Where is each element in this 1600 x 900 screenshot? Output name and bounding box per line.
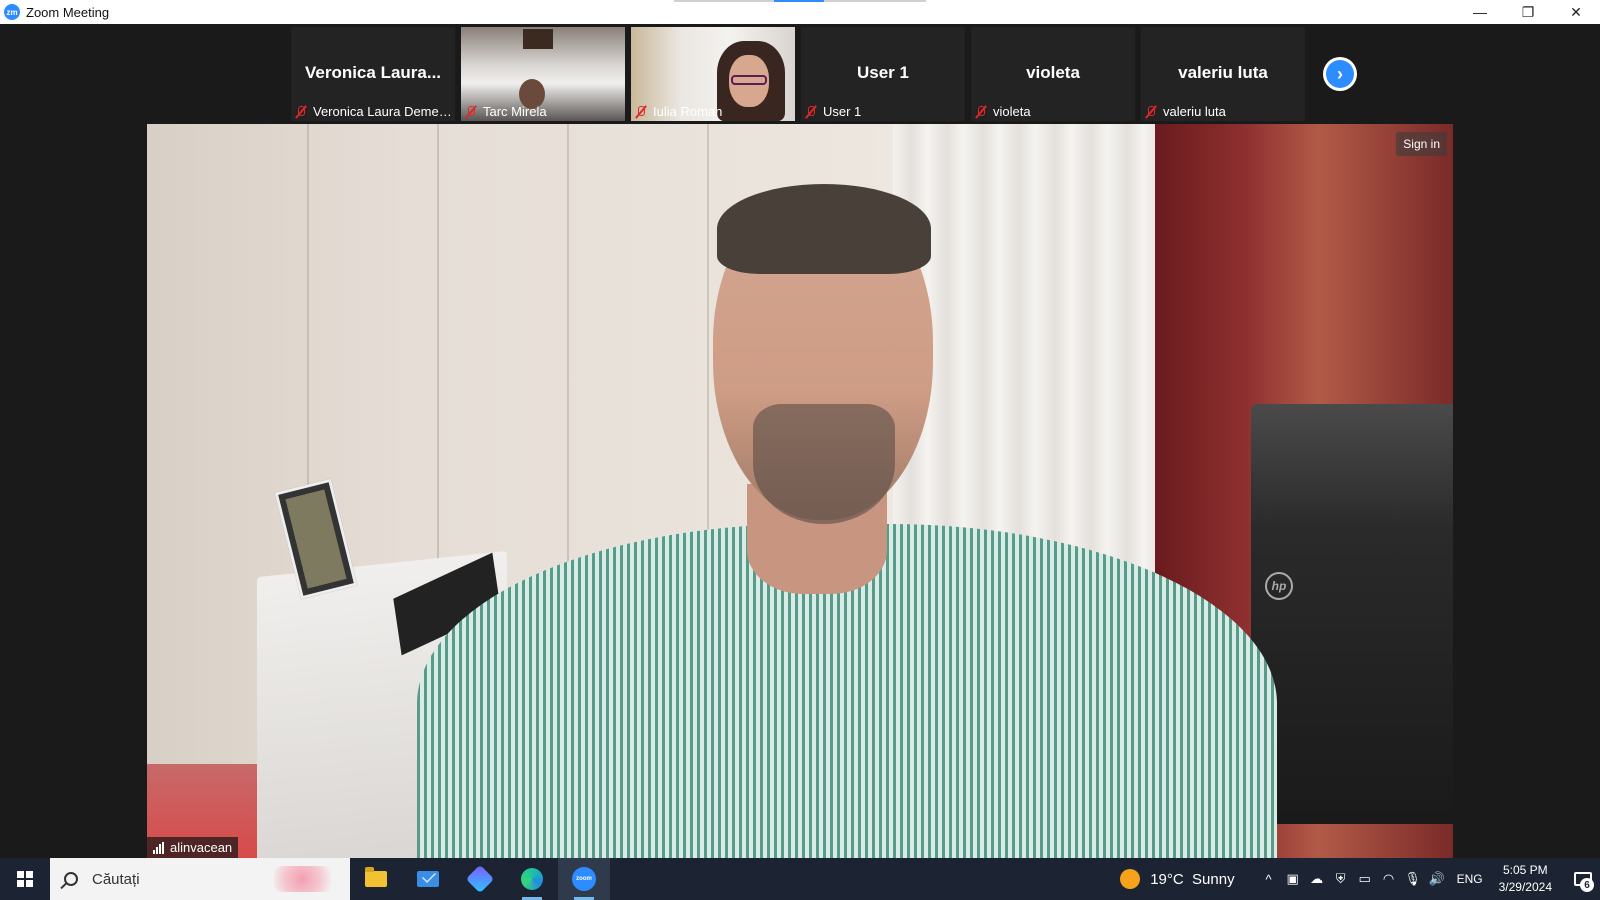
participant-tile[interactable]: Tarc Mirela <box>461 27 625 121</box>
mic-muted-icon <box>295 105 307 119</box>
sun-icon <box>1120 869 1141 889</box>
participant-name-bar: Tarc Mirela <box>465 104 547 119</box>
video-wall-frame <box>523 29 553 49</box>
battery-icon[interactable]: ▭ <box>1353 858 1377 900</box>
taskbar-edge[interactable] <box>506 858 558 900</box>
participant-name-bar: valeriu luta <box>1145 104 1226 119</box>
connection-signal-icon <box>153 841 164 854</box>
mic-muted-icon <box>1145 105 1157 119</box>
input-language[interactable]: ENG <box>1457 872 1483 886</box>
system-tray: 19°C Sunny ^ ▣ ☁ ⛨ ▭ ◠ 🎙 🔊 ENG 5:05 PM 3… <box>1120 858 1600 900</box>
meet-icon[interactable]: ▣ <box>1281 858 1305 900</box>
app-icon <box>465 864 495 894</box>
edge-browser-icon <box>521 868 543 890</box>
participant-name-bar: violeta <box>975 104 1031 119</box>
video-person-glasses <box>731 75 767 85</box>
security-icon[interactable]: ⛨ <box>1329 858 1353 900</box>
window-controls: — ❐ ✕ <box>1456 0 1600 24</box>
participant-tile[interactable]: violeta violeta <box>971 27 1135 121</box>
mail-icon <box>417 871 439 887</box>
mic-muted-icon <box>975 105 987 119</box>
notification-count-badge: 6 <box>1580 878 1594 892</box>
speaker-name-label: alinvacean <box>147 837 239 858</box>
weather-temp: 19°C <box>1150 870 1184 888</box>
clock-date: 3/29/2024 <box>1498 880 1552 894</box>
windows-logo-icon <box>17 871 33 887</box>
weather-widget[interactable]: 19°C Sunny <box>1120 869 1235 889</box>
search-icon <box>64 872 78 886</box>
video-tablet-screen <box>285 489 347 589</box>
folder-icon <box>365 867 387 887</box>
active-speaker-video[interactable]: hp Sign in alinvacean <box>147 124 1453 858</box>
participant-display-name: Veronica Laura... <box>304 63 442 82</box>
volume-icon[interactable]: 🔊 <box>1425 858 1449 900</box>
participant-display-name: User 1 <box>857 63 909 82</box>
mic-muted-icon <box>465 105 477 119</box>
participant-label: User 1 <box>823 104 862 119</box>
taskbar-file-explorer[interactable] <box>350 858 402 900</box>
participant-label: Tarc Mirela <box>483 104 547 119</box>
close-button[interactable]: ✕ <box>1552 0 1600 24</box>
participant-tile[interactable]: Veronica Laura... Veronica Laura Demen..… <box>291 27 455 121</box>
taskbar-mail[interactable] <box>402 858 454 900</box>
zoom-logo-icon: zm <box>4 4 20 20</box>
taskbar-search-box[interactable]: Căutați <box>50 858 350 900</box>
search-highlight-image <box>274 866 344 892</box>
title-drag-indicator[interactable] <box>674 0 926 2</box>
participant-label: violeta <box>993 104 1031 119</box>
microphone-icon[interactable]: 🎙 <box>1401 858 1425 900</box>
chevron-up-icon[interactable]: ^ <box>1257 858 1281 900</box>
windows-taskbar: Căutați zoom 19°C Sunny ^ ▣ ☁ ⛨ ▭ ◠ 🎙 🔊 … <box>0 858 1600 900</box>
window-title: Zoom Meeting <box>26 4 110 20</box>
window-titlebar: zm Zoom Meeting — ❐ ✕ <box>0 0 1600 24</box>
title-drag-indicator-active <box>774 0 824 2</box>
weather-condition: Sunny <box>1192 870 1235 888</box>
participant-strip: Veronica Laura... Veronica Laura Demen..… <box>0 24 1600 124</box>
speaker-beard <box>753 404 895 524</box>
participant-label: valeriu luta <box>1163 104 1226 119</box>
taskbar-app[interactable] <box>454 858 506 900</box>
participant-display-name: violeta <box>1026 63 1080 82</box>
network-icon[interactable]: ◠ <box>1377 858 1401 900</box>
chevron-right-icon: › <box>1326 60 1354 88</box>
participant-name-bar: Iulia Roman <box>635 104 722 119</box>
minimize-button[interactable]: — <box>1456 0 1504 24</box>
mic-muted-icon <box>635 105 647 119</box>
cloud-icon[interactable]: ☁ <box>1305 858 1329 900</box>
speaker-hair <box>717 184 931 274</box>
mic-muted-icon <box>805 105 817 119</box>
clock-time: 5:05 PM <box>1502 863 1548 877</box>
search-placeholder: Căutați <box>92 870 140 888</box>
participant-tile[interactable]: valeriu luta valeriu luta <box>1141 27 1305 121</box>
start-button[interactable] <box>0 858 50 900</box>
zoom-app-icon: zoom <box>572 867 596 891</box>
participant-tile[interactable]: Iulia Roman <box>631 27 795 121</box>
sign-in-button[interactable]: Sign in <box>1396 132 1447 156</box>
participant-label: Veronica Laura Demen... <box>313 104 453 119</box>
video-printer <box>1251 404 1453 824</box>
taskbar-clock[interactable]: 5:05 PM 3/29/2024 <box>1499 862 1552 896</box>
participant-name-bar: Veronica Laura Demen... <box>295 104 453 119</box>
next-page-button[interactable]: › <box>1323 57 1357 91</box>
participant-tile[interactable]: User 1 User 1 <box>801 27 965 121</box>
participant-label: Iulia Roman <box>653 104 723 119</box>
participant-display-name: valeriu luta <box>1178 63 1268 82</box>
speaker-name: alinvacean <box>170 840 233 855</box>
notification-center-button[interactable]: 6 <box>1566 858 1600 900</box>
taskbar-zoom[interactable]: zoom <box>558 858 610 900</box>
printer-logo: hp <box>1265 572 1293 600</box>
restore-button[interactable]: ❐ <box>1504 0 1552 24</box>
participant-name-bar: User 1 <box>805 104 861 119</box>
